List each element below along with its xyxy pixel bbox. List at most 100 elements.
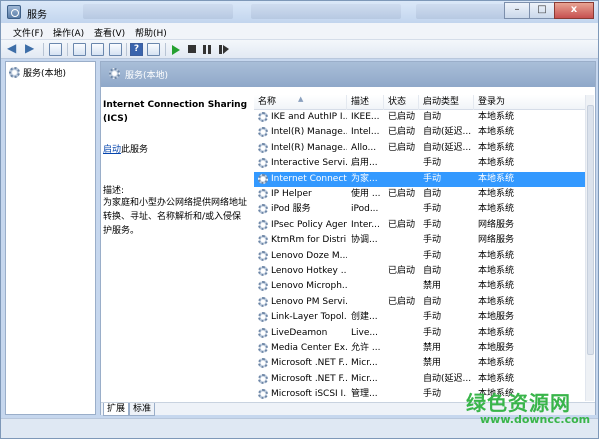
title-bar-blurred-area <box>251 4 401 19</box>
service-startup-type-cell: 手动 <box>423 202 473 217</box>
service-name-cell: Intel(R) Manage... <box>258 141 347 156</box>
tree-item-services-local[interactable]: 服务(本地) <box>9 65 66 79</box>
service-row[interactable]: KtmRm for Distri... 协调... 手动 网络服务 <box>254 233 594 248</box>
tab-standard[interactable]: 标准 <box>129 403 156 416</box>
service-row[interactable]: Microsoft iSCSI I... 管理... 手动 本地系统 <box>254 387 594 401</box>
vertical-scrollbar[interactable] <box>585 95 594 401</box>
service-startup-type-cell: 自动(延迟... <box>423 372 473 387</box>
service-gear-icon <box>258 219 268 230</box>
service-status-cell: 已启动 <box>388 125 420 140</box>
service-row[interactable]: Lenovo Microph... 禁用 本地系统 <box>254 279 594 294</box>
column-header-logon-as[interactable]: 登录为 <box>474 95 544 110</box>
maximize-button[interactable]: □ <box>529 2 555 19</box>
service-description-cell: IKEE... <box>351 110 383 125</box>
service-row[interactable]: Internet Connect... 为家... 手动 本地系统 <box>254 171 594 187</box>
menu-help[interactable]: 帮助(H) <box>135 26 167 39</box>
service-startup-type-cell-text: 手动 <box>423 173 442 184</box>
service-row[interactable]: Lenovo PM Servi... 已启动 自动 本地系统 <box>254 295 594 310</box>
service-row[interactable]: IKE and AuthIP I... IKEE... 已启动 自动 本地系统 <box>254 110 594 125</box>
service-logon-cell: 网络服务 <box>478 218 534 233</box>
service-name-cell: IP Helper <box>258 187 347 202</box>
console-tree: 服务(本地) <box>5 61 96 415</box>
service-name-cell-text: Lenovo Doze M... <box>271 250 347 261</box>
service-logon-cell: 本地服务 <box>478 310 534 325</box>
service-logon-cell-text: 本地服务 <box>478 312 515 323</box>
refresh-icon[interactable] <box>91 43 104 56</box>
service-logon-cell-text: 本地系统 <box>478 127 515 138</box>
service-gear-icon <box>258 389 268 400</box>
scrollbar-thumb[interactable] <box>587 105 594 355</box>
service-row[interactable]: Intel(R) Manage... Intel... 已启动 自动(延迟... 本地系… <box>254 125 594 140</box>
title-bar[interactable]: 服务 – □ x <box>1 1 598 23</box>
start-service-icon[interactable] <box>172 45 180 55</box>
service-gear-icon <box>258 312 268 323</box>
help-icon[interactable]: ? <box>130 43 143 56</box>
service-row[interactable]: Intel(R) Manage... Allo... 已启动 自动(延迟... 本地系统 <box>254 141 594 156</box>
toolbar-separator <box>67 43 68 56</box>
service-description-cell-text: 创建... <box>351 312 378 323</box>
close-button[interactable]: x <box>554 2 594 19</box>
service-startup-type-cell-text: 禁用 <box>423 281 442 292</box>
service-startup-type-cell-text: 手动 <box>423 204 442 215</box>
service-name-cell-text: Microsoft .NET F... <box>271 358 347 369</box>
service-name-cell-text: Internet Connect... <box>271 173 347 184</box>
service-description-cell: 创建... <box>351 310 383 325</box>
column-header-name[interactable]: ▲ 名称 <box>254 95 347 110</box>
service-name-cell: Internet Connect... <box>258 172 347 187</box>
service-status-cell: 已启动 <box>388 187 420 202</box>
service-status-cell <box>388 279 420 294</box>
column-header-status[interactable]: 状态 <box>384 95 419 110</box>
menu-file[interactable]: 文件(F) <box>13 26 43 39</box>
service-row[interactable]: LiveDeamon Live... 手动 本地系统 <box>254 326 594 341</box>
service-row[interactable]: Lenovo Hotkey ... 已启动 自动 本地系统 <box>254 264 594 279</box>
column-header-startup-type[interactable]: 启动类型 <box>419 95 474 110</box>
service-gear-icon <box>258 204 268 215</box>
stop-service-icon[interactable] <box>188 45 196 53</box>
service-startup-type-cell-text: 手动 <box>423 389 442 400</box>
start-service-link[interactable]: 启动 <box>103 145 121 155</box>
service-row[interactable]: iPod 服务 iPod... 手动 本地系统 <box>254 202 594 217</box>
service-startup-type-cell: 手动 <box>423 310 473 325</box>
service-name-cell: Lenovo Microph... <box>258 279 347 294</box>
properties-icon[interactable] <box>73 43 86 56</box>
service-logon-cell: 本地系统 <box>478 264 534 279</box>
service-row[interactable]: Lenovo Doze M... 手动 本地系统 <box>254 249 594 264</box>
tab-extended[interactable]: 扩展 <box>103 403 130 416</box>
service-startup-type-cell-text: 自动(延迟... <box>423 373 472 384</box>
menu-action[interactable]: 操作(A) <box>53 26 84 39</box>
back-icon[interactable]: ◀ <box>7 41 20 56</box>
pause-service-icon[interactable] <box>203 45 211 54</box>
restart-service-icon[interactable] <box>219 45 229 54</box>
service-row[interactable]: IPsec Policy Agent Inter... 已启动 手动 网络服务 <box>254 218 594 233</box>
menu-view[interactable]: 查看(V) <box>94 26 125 39</box>
service-row[interactable]: Link-Layer Topol... 创建... 手动 本地服务 <box>254 310 594 325</box>
forward-icon[interactable]: ▶ <box>25 41 38 56</box>
toolbar: ◀ ▶ ? <box>1 40 598 59</box>
services-window: 服务 – □ x 文件(F) 操作(A) 查看(V) 帮助(H) ◀ ▶ ? 服… <box>0 0 599 439</box>
service-description-cell-text: 启用... <box>351 158 378 169</box>
service-logon-cell-text: 本地服务 <box>478 343 515 353</box>
service-description-cell <box>351 295 383 310</box>
show-hide-tree-icon[interactable] <box>49 43 62 56</box>
service-row[interactable]: IP Helper 使用 ... 已启动 自动 本地系统 <box>254 187 594 202</box>
service-description-cell-text: 为家... <box>351 173 378 184</box>
service-description-cell-text: 管理... <box>351 389 378 400</box>
service-row[interactable]: Microsoft .NET F... Micr... 自动(延迟... 本地系统 <box>254 372 594 387</box>
description-label: 描述: <box>103 186 125 196</box>
minimize-button[interactable]: – <box>504 2 530 19</box>
maximize-icon: □ <box>537 4 547 15</box>
service-startup-type-cell-text: 手动 <box>423 235 442 246</box>
service-startup-type-cell: 手动 <box>423 387 473 401</box>
export-list-icon[interactable] <box>109 43 122 56</box>
service-startup-type-cell-text: 禁用 <box>423 358 442 369</box>
service-description-cell-text: Inter... <box>351 219 380 230</box>
service-row[interactable]: Microsoft .NET F... Micr... 禁用 本地系统 <box>254 356 594 371</box>
service-gear-icon <box>258 281 268 292</box>
service-startup-type-cell-text: 手动 <box>423 250 442 261</box>
service-name-cell-text: Interactive Servi... <box>271 158 347 169</box>
service-row[interactable]: Media Center Ex... 允许 ... 禁用 本地服务 <box>254 341 594 356</box>
service-row[interactable]: Interactive Servi... 启用... 手动 本地系统 <box>254 156 594 171</box>
service-gear-icon <box>258 235 268 246</box>
column-header-description[interactable]: 描述 <box>347 95 384 110</box>
show-hide-action-pane-icon[interactable] <box>147 43 160 56</box>
